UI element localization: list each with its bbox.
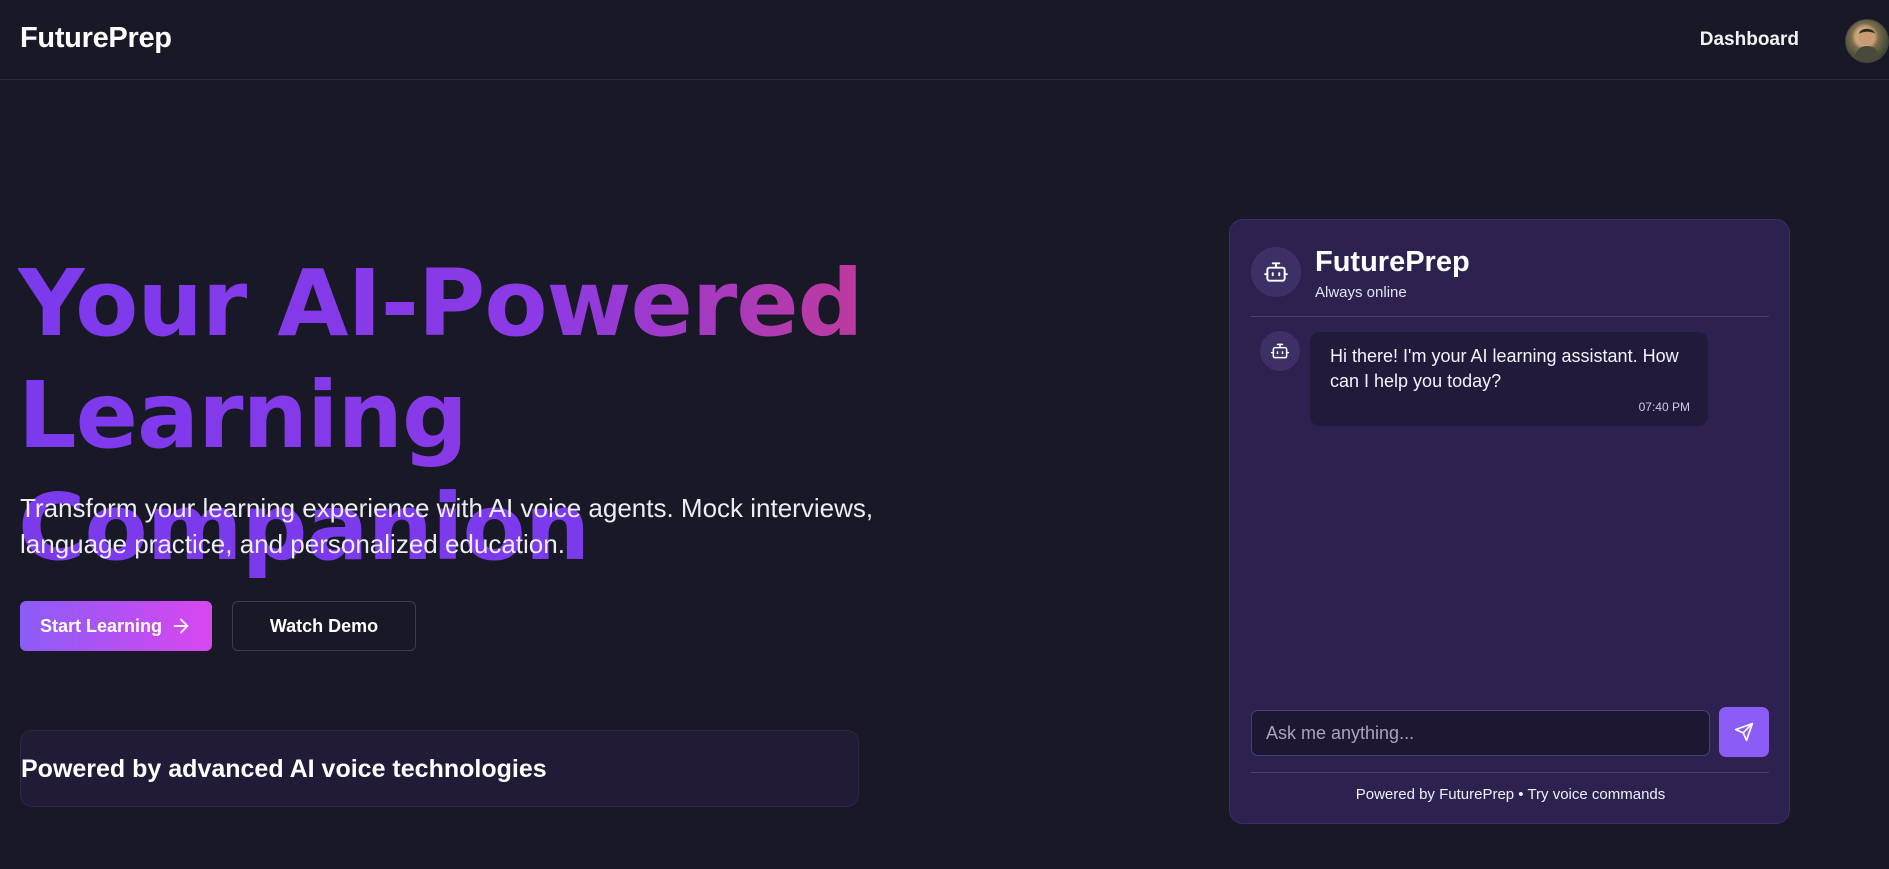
nav-dashboard-link[interactable]: Dashboard [1700,29,1799,51]
start-learning-button[interactable]: Start Learning [20,601,212,651]
hero-subtitle: Transform your learning experience with … [20,493,874,559]
send-button[interactable] [1719,707,1769,757]
send-icon [1734,722,1754,742]
chat-panel: FuturePrep Always online Hi there! I'm y… [1229,219,1790,824]
navbar: FuturePrep Dashboard [0,0,1889,80]
chat-message-time: 07:40 PM [1638,400,1690,414]
watch-demo-button[interactable]: Watch Demo [232,601,416,651]
start-learning-label: Start Learning [40,615,163,636]
chat-status: Always online [1315,284,1407,301]
chat-input[interactable] [1251,710,1710,756]
avatar-image [1854,28,1880,62]
chat-message-text: Hi there! I'm your AI learning assistant… [1330,346,1679,391]
brand-logo[interactable]: FuturePrep [20,22,172,55]
chat-footer-divider [1251,772,1769,773]
powered-by-text: Powered by advanced AI voice technologie… [21,755,547,783]
chat-message-bubble: Hi there! I'm your AI learning assistant… [1310,332,1708,426]
bot-icon [1251,247,1301,297]
powered-by-card: Powered by advanced AI voice technologie… [20,730,859,807]
hero-title-line-1: Your AI-Powered Learning [18,248,1168,472]
chat-footer-text: Powered by FuturePrep • Try voice comman… [1355,786,1666,803]
bot-icon [1260,331,1300,371]
arrow-right-icon [173,618,189,634]
chat-header-divider [1251,316,1769,317]
chat-title: FuturePrep [1315,246,1470,278]
user-avatar[interactable] [1845,19,1889,63]
